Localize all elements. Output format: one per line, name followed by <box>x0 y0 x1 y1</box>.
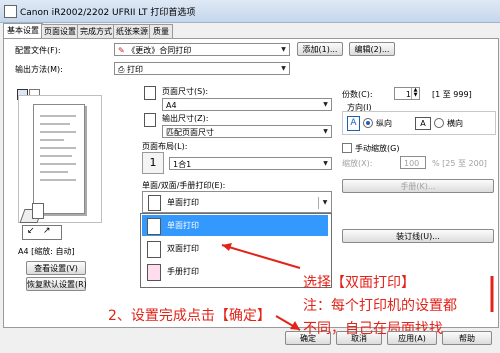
help-button[interactable]: 帮助 <box>442 331 492 345</box>
apply-button[interactable]: 应用(A) <box>387 331 437 345</box>
arrow-head <box>222 243 232 251</box>
annotation-step2: 2、设置完成点击【确定】 <box>108 308 271 324</box>
annotation-select-double: 选择【双面打印】 <box>303 275 415 291</box>
annotation-note: 注：每个打印机的设置都 <box>303 298 457 314</box>
print-preferences-window: Canon iR2002/2202 UFRII LT 打印首选项 基本设置 页面… <box>0 0 500 353</box>
arrow-to-double-sided <box>221 244 301 269</box>
